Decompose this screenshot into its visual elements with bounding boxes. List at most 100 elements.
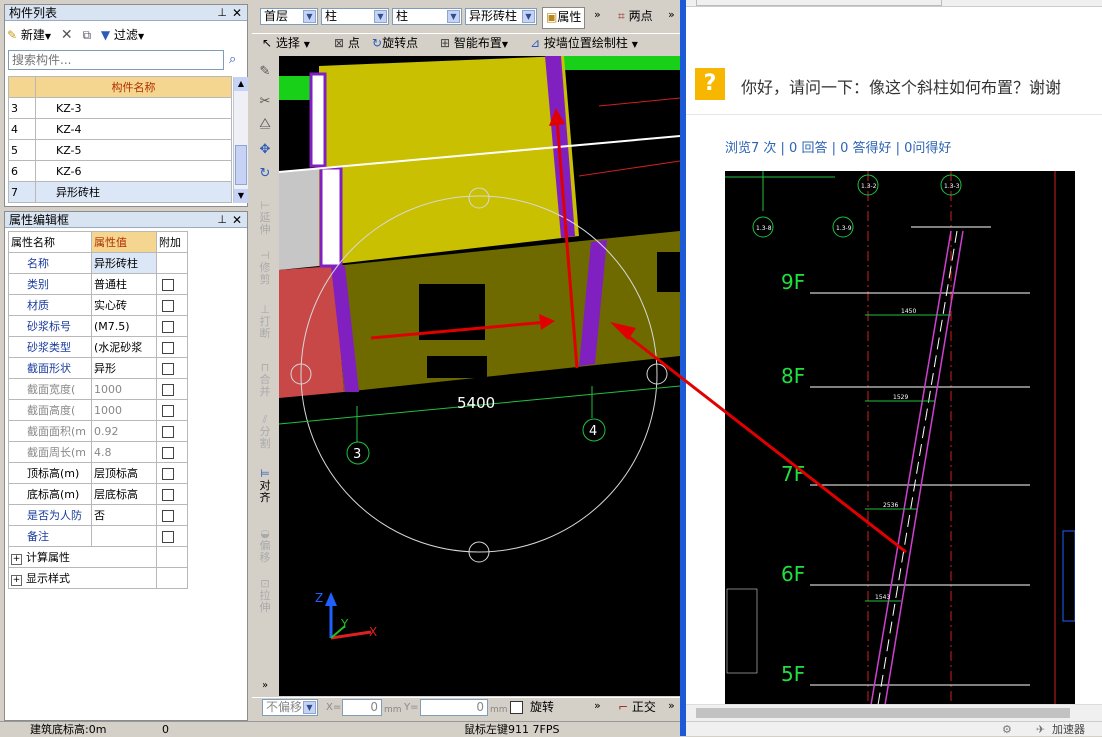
extra-checkbox[interactable] — [162, 509, 174, 522]
property-value[interactable]: 层底标高 — [91, 483, 157, 505]
chevron-down-icon[interactable]: ▼ — [447, 10, 460, 23]
property-value[interactable]: 1000 — [91, 378, 157, 400]
scissor-icon[interactable]: ✂ — [256, 95, 274, 108]
property-value[interactable]: (水泥砂浆 — [91, 336, 157, 358]
horizontal-scroll-thumb[interactable] — [696, 708, 1070, 718]
floor-select[interactable]: 首层 ▼ — [260, 8, 318, 25]
property-row[interactable]: 砂浆标号 (M7.5) — [8, 315, 188, 337]
rotate-point-button[interactable]: ↻旋转点 — [372, 34, 418, 52]
property-value[interactable]: 普通柱 — [91, 273, 157, 295]
property-row[interactable]: 顶标高(m) 层顶标高 — [8, 462, 188, 484]
property-value[interactable]: 0.92 — [91, 420, 157, 442]
property-row[interactable]: 截面宽度(1000 — [8, 378, 188, 400]
row-name[interactable]: 异形砖柱 — [35, 181, 232, 203]
expand-icon[interactable]: + — [11, 575, 22, 586]
more-icon[interactable]: » — [668, 697, 675, 715]
property-value[interactable]: 1000 — [91, 399, 157, 421]
close-icon[interactable]: ✕ — [232, 212, 242, 228]
list-scrollbar[interactable]: ▲ ▼ — [233, 77, 248, 203]
table-row[interactable]: 4 KZ-4 — [8, 118, 232, 140]
extra-checkbox[interactable] — [162, 467, 174, 480]
scroll-thumb[interactable] — [235, 145, 247, 185]
accelerator-icon[interactable]: ✈ — [1036, 722, 1045, 736]
smart-layout-button[interactable]: ⊞ 智能布置▼ — [440, 34, 508, 54]
extra-checkbox[interactable] — [162, 488, 174, 501]
more-icon[interactable]: » — [594, 6, 601, 24]
property-value[interactable]: 4.8 — [91, 441, 157, 463]
row-name[interactable]: KZ-4 — [35, 118, 232, 140]
offset-tool[interactable]: ◒ 偏移 — [256, 528, 274, 564]
property-row[interactable]: 备注 — [8, 525, 188, 547]
table-row[interactable]: 5 KZ-5 — [8, 139, 232, 161]
question-image[interactable]: 1.3-2 1.3-3 1.3-8 1.3-9 9F 8F 7F 6F 5F 1… — [725, 171, 1075, 705]
accelerator-label[interactable]: 加速器 — [1052, 722, 1085, 736]
x-input[interactable]: 0 — [342, 699, 382, 716]
component-select[interactable]: 异形砖柱 ▼ — [465, 8, 537, 25]
expand-icon[interactable]: + — [11, 554, 22, 565]
row-name[interactable]: KZ-3 — [35, 97, 232, 119]
scroll-down-icon[interactable]: ▼ — [234, 189, 248, 203]
settings-icon[interactable]: ⚙ — [1002, 722, 1012, 736]
property-group[interactable]: + 计算属性 — [8, 546, 188, 568]
more-icon[interactable]: » — [668, 6, 675, 24]
chevron-down-icon[interactable]: ▼ — [303, 701, 316, 714]
question-stats[interactable]: 浏览7 次 | 0 回答 | 0 答得好 | 0问得好 — [725, 137, 951, 156]
property-value[interactable] — [91, 525, 157, 547]
property-group[interactable]: + 显示样式 — [8, 567, 188, 589]
property-value[interactable]: 实心砖 — [91, 294, 157, 316]
rotate-checkbox[interactable] — [510, 701, 523, 714]
ortho-button[interactable]: ⌐ 正交 — [618, 698, 656, 716]
point-button[interactable]: ⊠ 点 — [334, 34, 360, 52]
two-point-button[interactable]: ⌗ 两点 — [618, 7, 653, 25]
offset-select[interactable]: 不偏移 ▼ — [262, 699, 318, 716]
pin-icon[interactable]: ⊥ — [217, 5, 227, 21]
chevron-down-icon[interactable]: ▼ — [374, 10, 387, 23]
property-row[interactable]: 截面形状 异形 — [8, 357, 188, 379]
extra-checkbox[interactable] — [162, 425, 174, 438]
property-value[interactable]: 否 — [91, 504, 157, 526]
extra-checkbox[interactable] — [162, 278, 174, 291]
scroll-up-icon[interactable]: ▲ — [234, 77, 248, 91]
copy-icon[interactable]: ⧉ — [82, 28, 91, 42]
extra-checkbox[interactable] — [162, 362, 174, 375]
merge-tool[interactable]: ⊓ 合并 — [256, 362, 274, 398]
row-name[interactable]: KZ-5 — [35, 139, 232, 161]
property-value[interactable]: (M7.5) — [91, 315, 157, 337]
extra-checkbox[interactable] — [162, 404, 174, 417]
property-row[interactable]: 名称 异形砖柱 — [8, 252, 188, 274]
move-icon[interactable]: ✥ — [256, 143, 274, 156]
property-button[interactable]: ▣属性 — [542, 7, 586, 29]
property-value[interactable]: 异形砖柱 — [91, 252, 157, 274]
cad-canvas[interactable]: 3 4 5400 Z Y X — [279, 56, 680, 696]
property-row[interactable]: 截面周长(m 4.8 — [8, 441, 188, 463]
property-row[interactable]: 砂浆类型 (水泥砂浆 — [8, 336, 188, 358]
select-button[interactable]: ↖ 选择 ▼ — [262, 34, 310, 54]
chevron-down-icon[interactable]: ▼ — [138, 32, 144, 41]
property-row[interactable]: 是否为人防否 — [8, 504, 188, 526]
horizontal-scrollbar[interactable] — [686, 704, 1102, 721]
close-icon[interactable]: ✕ — [232, 5, 242, 21]
extra-checkbox[interactable] — [162, 299, 174, 312]
trim-tool[interactable]: ⊣ 修剪 — [256, 250, 274, 286]
property-row[interactable]: 类别 普通柱 — [8, 273, 188, 295]
property-row[interactable]: 截面高度(1000 — [8, 399, 188, 421]
property-row[interactable]: 材质 实心砖 — [8, 294, 188, 316]
chevron-down-icon[interactable]: ▼ — [303, 10, 316, 23]
extend-tool[interactable]: ⊢ 延伸 — [256, 200, 274, 236]
delete-icon[interactable]: ✕ — [61, 27, 73, 43]
property-row[interactable]: 底标高(m) 层底标高 — [8, 483, 188, 505]
extra-checkbox[interactable] — [162, 383, 174, 396]
pin-icon[interactable]: ⊥ — [217, 212, 227, 228]
mirror-icon[interactable]: ⧋ — [256, 117, 274, 130]
more-icon[interactable]: » — [594, 697, 601, 715]
search-input[interactable] — [8, 50, 224, 70]
property-value[interactable]: 层顶标高 — [91, 462, 157, 484]
row-name[interactable]: KZ-6 — [35, 160, 232, 182]
break-tool[interactable]: ⊥ 打断 — [256, 304, 274, 340]
extra-checkbox[interactable] — [162, 446, 174, 459]
search-icon[interactable]: ⌕ — [229, 52, 236, 67]
filter-button[interactable]: 过滤 — [114, 28, 138, 42]
pen-icon[interactable]: ✎ — [256, 65, 274, 78]
new-button[interactable]: 新建 — [21, 28, 45, 42]
rotate-icon[interactable]: ↻ — [256, 167, 274, 180]
